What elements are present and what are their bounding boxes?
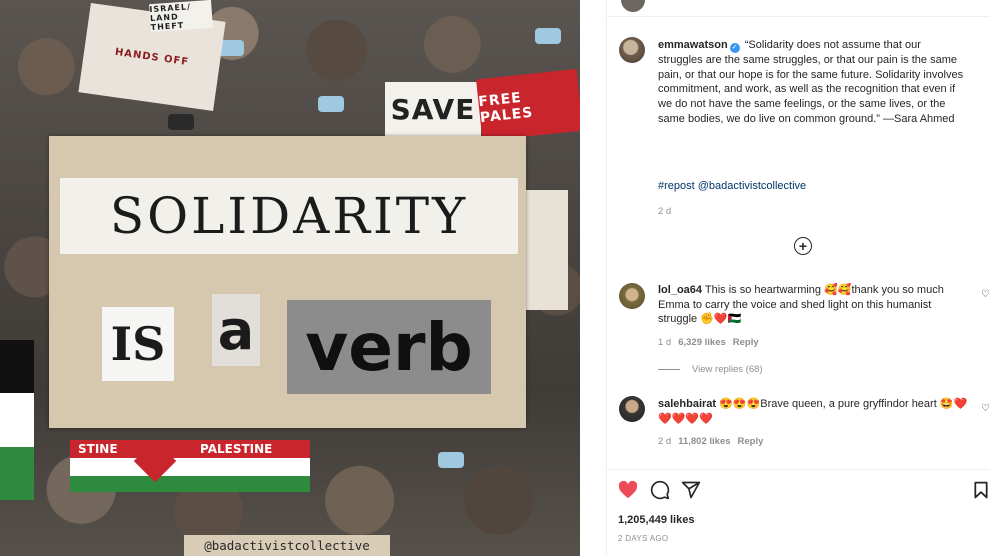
likes-count[interactable]: 1,205,449 likes: [618, 514, 694, 526]
comment-2-meta: 2 d 11,802 likes Reply: [658, 436, 763, 447]
comment-like-heart-icon[interactable]: ♡: [981, 289, 990, 300]
caption-time[interactable]: 2 d: [658, 206, 671, 217]
comments-panel: emmawatson ✓ “Solidarity does not assume …: [607, 0, 990, 556]
headline-solidarity: SOLIDARITY: [60, 178, 518, 254]
caption: emmawatson ✓ “Solidarity does not assume …: [658, 38, 968, 127]
word-a: a: [212, 294, 260, 366]
comment-2: salehbairat 😍😍😍Brave queen, a pure gryff…: [658, 397, 970, 426]
banner-palestine-text: PALESTINE: [200, 442, 273, 456]
comment-2-reply-button[interactable]: Reply: [738, 436, 764, 447]
view-replies-dash: [658, 369, 680, 370]
comment-2-time[interactable]: 2 d: [658, 436, 671, 447]
word-verb: verb: [287, 300, 491, 394]
face-mask: [168, 114, 194, 130]
face-mask: [535, 28, 561, 44]
verified-badge-icon: ✓: [729, 43, 740, 53]
actions-divider: [607, 469, 990, 470]
plus-circle-icon[interactable]: +: [794, 237, 812, 255]
palestine-flag: [0, 340, 34, 500]
header-divider: [607, 16, 990, 17]
caption-hashtag[interactable]: #repost @badactivistcollective: [658, 180, 806, 192]
comment-avatar[interactable]: [619, 283, 645, 309]
comment-1-reply-button[interactable]: Reply: [733, 337, 759, 348]
watermark: @badactivistcollective: [184, 535, 390, 556]
comment-1-likes[interactable]: 6,329 likes: [678, 337, 726, 348]
sign-save: SAVE: [385, 82, 481, 136]
comment-like-heart-icon[interactable]: ♡: [981, 403, 990, 414]
caption-avatar[interactable]: [619, 37, 645, 63]
sign-side: [524, 190, 568, 310]
comment-1-time[interactable]: 1 d: [658, 337, 671, 348]
comment-1-meta: 1 d 6,329 likes Reply: [658, 337, 759, 348]
comment-avatar[interactable]: [619, 396, 645, 422]
like-heart-icon[interactable]: [618, 480, 638, 504]
comment-2-username[interactable]: salehbairat: [658, 398, 716, 410]
caption-text: “Solidarity does not assume that our str…: [658, 39, 964, 125]
comment-1: lol_oa64 This is so heartwarming 🥰🥰thank…: [658, 283, 970, 327]
view-replies-label: View replies (68): [692, 364, 763, 375]
sign-israel-text: ISRAEL/ LAND THEFT: [149, 1, 192, 32]
posted-time[interactable]: 2 DAYS AGO: [618, 534, 668, 543]
post-image[interactable]: HANDS OFF ISRAEL/ LAND THEFT SAVE FREE P…: [0, 0, 580, 556]
face-mask: [438, 452, 464, 468]
face-mask: [318, 96, 344, 112]
sign-israel-land-theft: ISRAEL/ LAND THEFT: [149, 0, 213, 33]
sign-free-palestine: FREE PALES: [476, 68, 580, 142]
sign-hands-off-text: HANDS OFF: [114, 46, 190, 68]
sign-save-text: SAVE: [390, 92, 476, 126]
caption-username[interactable]: emmawatson: [658, 39, 728, 51]
sign-free-text: FREE PALES: [477, 89, 535, 127]
comment-bubble-icon[interactable]: [650, 480, 670, 505]
comment-1-username[interactable]: lol_oa64: [658, 284, 702, 296]
share-paper-plane-icon[interactable]: [681, 480, 701, 505]
bookmark-icon[interactable]: [974, 481, 988, 504]
banner-stine-text: STINE: [78, 442, 118, 456]
comment-2-likes[interactable]: 11,802 likes: [678, 436, 730, 447]
palestine-banner: STINE PALESTINE: [70, 440, 310, 492]
word-is: IS: [102, 307, 174, 381]
header-avatar[interactable]: [621, 0, 645, 12]
view-replies-button[interactable]: View replies (68): [658, 364, 763, 375]
